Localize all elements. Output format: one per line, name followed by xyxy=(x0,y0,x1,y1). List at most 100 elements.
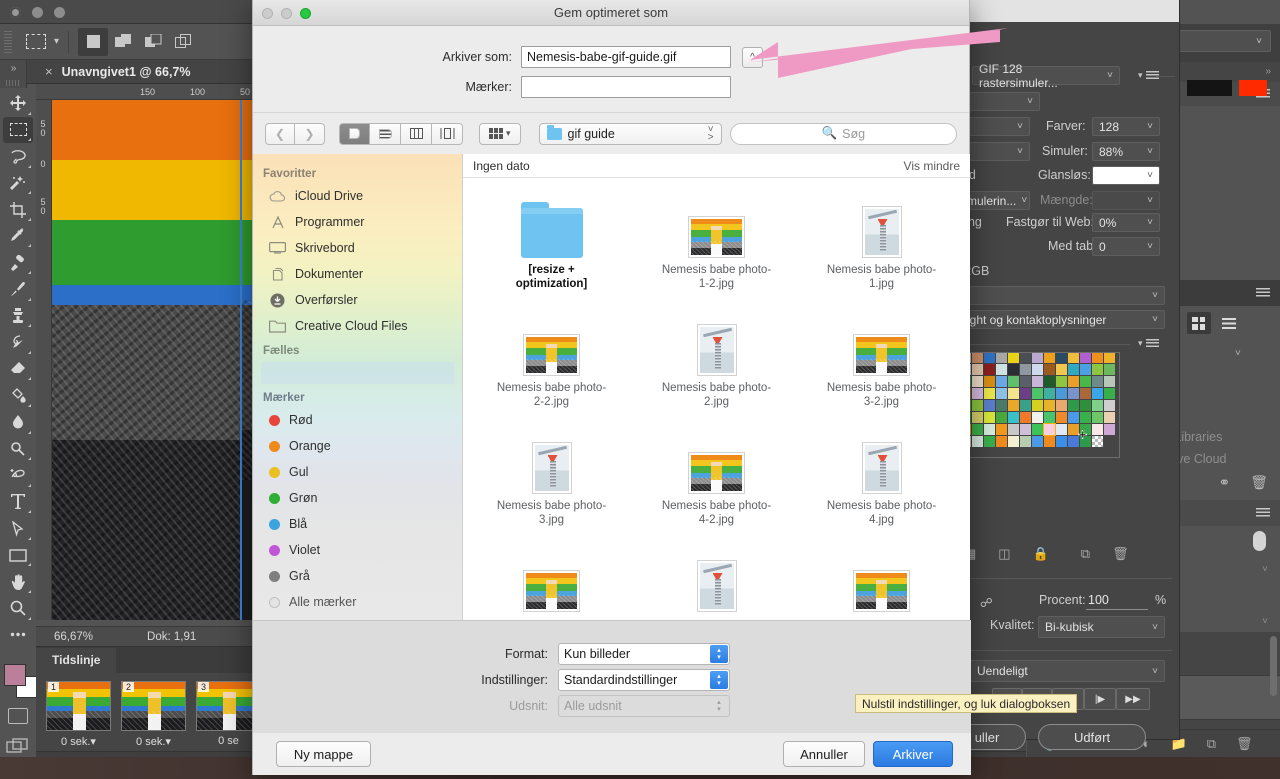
minimize-button[interactable] xyxy=(281,8,292,19)
type-tool[interactable] xyxy=(3,489,33,516)
tab-timeline[interactable]: Tidslinje xyxy=(36,648,117,673)
expand-dock-icon[interactable]: » xyxy=(1265,66,1270,77)
file-item[interactable]: Nemesis babe photo-1-2.jpg xyxy=(634,192,799,310)
paint-bucket-tool[interactable] xyxy=(3,382,33,409)
cloud-sync-icon[interactable]: ⚭ xyxy=(1218,474,1230,491)
chevron-left-icon[interactable]: ❮ xyxy=(265,122,295,145)
layers-scrollbar[interactable] xyxy=(1270,636,1277,696)
pen-tool[interactable] xyxy=(3,462,33,489)
more-tools[interactable] xyxy=(3,622,33,649)
new-layer-icon[interactable]: ⧉ xyxy=(1207,736,1216,752)
metadata-dropdown[interactable]: yright og kontaktoplysninger ˅ xyxy=(950,310,1165,329)
search-input[interactable]: 🔍 Søg xyxy=(729,122,957,145)
file-item[interactable]: Nemesis babe photo-1.jpg xyxy=(799,192,964,310)
file-item[interactable]: Nemesis babe photo-3.jpg xyxy=(469,428,634,546)
history-brush-tool[interactable] xyxy=(3,329,33,356)
percent-value[interactable]: 100 xyxy=(1088,593,1109,607)
3d-preview-icon[interactable]: ◫ xyxy=(998,546,1010,562)
chevron-down-icon[interactable]: ˅ xyxy=(1262,616,1268,627)
chevron-down-icon[interactable]: ˅ xyxy=(1142,217,1153,228)
file-item[interactable] xyxy=(634,546,799,620)
rectangle-tool[interactable] xyxy=(3,542,33,569)
file-item[interactable]: Nemesis babe photo-3-2.jpg xyxy=(799,310,964,428)
view-mode-buttons[interactable] xyxy=(339,122,463,145)
sidebar-tag-orange[interactable]: Orange xyxy=(253,433,462,459)
sidebar-item-programmer[interactable]: Programmer xyxy=(253,209,462,235)
sidebar-item-dokumenter[interactable]: Dokumenter xyxy=(253,261,462,287)
dither-value[interactable]: 88% ˅ xyxy=(1092,142,1160,161)
chevron-down-icon[interactable]: ˅ xyxy=(1012,121,1023,132)
close-button[interactable] xyxy=(10,7,21,18)
chevron-down-icon[interactable]: ˅ xyxy=(1147,666,1158,677)
finder-sidebar[interactable]: Favoritter iCloud Drive Programmer Skriv… xyxy=(253,154,463,620)
file-browser[interactable]: Ingen dato Vis mindre [resize + optimiza… xyxy=(463,154,970,620)
eyedropper-tool[interactable] xyxy=(3,223,33,250)
path-dropdown[interactable]: gif guide ˅ ˃ xyxy=(538,122,722,145)
minimize-button[interactable] xyxy=(32,7,43,18)
filter-toggle-switch[interactable] xyxy=(1253,531,1266,551)
sidebar-tag-green[interactable]: Grøn xyxy=(253,485,462,511)
panel-menu-icon[interactable] xyxy=(1256,288,1270,298)
sidebar-tag-yellow[interactable]: Gul xyxy=(253,459,462,485)
next-frame-button[interactable]: |▶ xyxy=(1084,688,1116,710)
dock-grip[interactable] xyxy=(5,80,21,86)
chevron-down-icon[interactable]: ˅ xyxy=(1022,96,1033,107)
options-bar-grip[interactable] xyxy=(4,30,12,53)
chevron-down-icon[interactable]: ˅ xyxy=(1147,622,1158,633)
frame-thumbnail[interactable]: 2 xyxy=(121,681,186,731)
brush-tool[interactable] xyxy=(3,276,33,303)
marquee-selection-icon[interactable] xyxy=(26,34,46,49)
chevron-down-icon[interactable]: ˅ xyxy=(1016,195,1027,206)
chevron-right-icon[interactable]: ❯ xyxy=(295,122,325,145)
color-table-toolbar[interactable]: ▦ ◫ 🔒 ⧉ 🗑 xyxy=(964,546,1129,562)
preview-dropdown[interactable]: e ˅ xyxy=(950,286,1165,305)
cc-libraries-actions[interactable]: ⚭ 🗑 xyxy=(1218,474,1268,491)
stepper-icon[interactable]: ▴ ▾ xyxy=(710,671,728,689)
hand-tool[interactable] xyxy=(3,568,33,595)
column-view-icon[interactable] xyxy=(401,122,432,145)
intersect-selection-icon[interactable] xyxy=(168,28,198,56)
frame-thumbnail[interactable]: 1 xyxy=(46,681,111,731)
foreground-color-swatch[interactable] xyxy=(4,664,26,686)
chevron-down-icon[interactable]: ˅ xyxy=(1142,170,1153,181)
lasso-tool[interactable] xyxy=(3,143,33,170)
dialog-window-controls[interactable] xyxy=(262,8,311,19)
icon-view-icon[interactable] xyxy=(339,122,370,145)
photoshop-toolbar[interactable] xyxy=(0,88,36,648)
list-view-icon[interactable] xyxy=(1217,312,1241,334)
sidebar-tag-gray[interactable]: Grå xyxy=(253,563,462,589)
rectangular-marquee-tool[interactable] xyxy=(3,116,33,144)
file-item[interactable] xyxy=(799,546,964,620)
panel-menu-icon[interactable] xyxy=(1256,508,1270,518)
color-table-menu-icon[interactable]: ▾ xyxy=(1138,338,1159,349)
link-dimensions-icon[interactable]: ☍ xyxy=(980,595,993,610)
delete-layer-icon[interactable]: 🗑 xyxy=(1236,736,1253,752)
tags-input[interactable] xyxy=(521,76,731,98)
foreground-background-color[interactable] xyxy=(4,664,38,698)
frame-duration[interactable]: 0 sek.▾ xyxy=(121,735,186,748)
timeline-frame[interactable]: 1 0 sek.▾ xyxy=(46,681,111,748)
file-item[interactable]: [resize + optimization] xyxy=(469,192,634,310)
save-as-input[interactable]: Nemesis-babe-gif-guide.gif xyxy=(521,46,731,68)
matte-color-dropdown[interactable]: ˅ xyxy=(1092,166,1160,185)
chevron-down-icon[interactable]: ˅ xyxy=(1147,314,1158,325)
gallery-view-icon[interactable] xyxy=(432,122,463,145)
chevron-down-icon[interactable]: ˅ xyxy=(1235,348,1241,359)
delete-icon[interactable]: 🗑 xyxy=(1112,546,1129,562)
chevron-down-icon[interactable]: ▾ xyxy=(506,128,511,139)
navigation-buttons[interactable]: ❮ ❯ xyxy=(265,122,325,145)
looping-dropdown[interactable]: Uendeligt ˅ xyxy=(970,660,1165,682)
path-selection-tool[interactable] xyxy=(3,515,33,542)
new-folder-button[interactable]: Ny mappe xyxy=(276,741,371,767)
done-button[interactable]: Udført xyxy=(1038,724,1146,750)
sidebar-tag-blue[interactable]: Blå xyxy=(253,511,462,537)
web-snap-value[interactable]: 0% ˅ xyxy=(1092,213,1160,232)
zoom-button[interactable] xyxy=(300,8,311,19)
eraser-tool[interactable] xyxy=(3,356,33,383)
frame-duration[interactable]: 0 sek.▾ xyxy=(46,735,111,748)
chevron-down-icon[interactable]: ˅ xyxy=(1102,70,1113,81)
subtract-selection-icon[interactable] xyxy=(138,28,168,56)
clone-stamp-tool[interactable] xyxy=(3,303,33,330)
sidebar-tag-red[interactable]: Rød xyxy=(253,407,462,433)
arrange-by-icon[interactable]: ▾ xyxy=(479,122,521,145)
